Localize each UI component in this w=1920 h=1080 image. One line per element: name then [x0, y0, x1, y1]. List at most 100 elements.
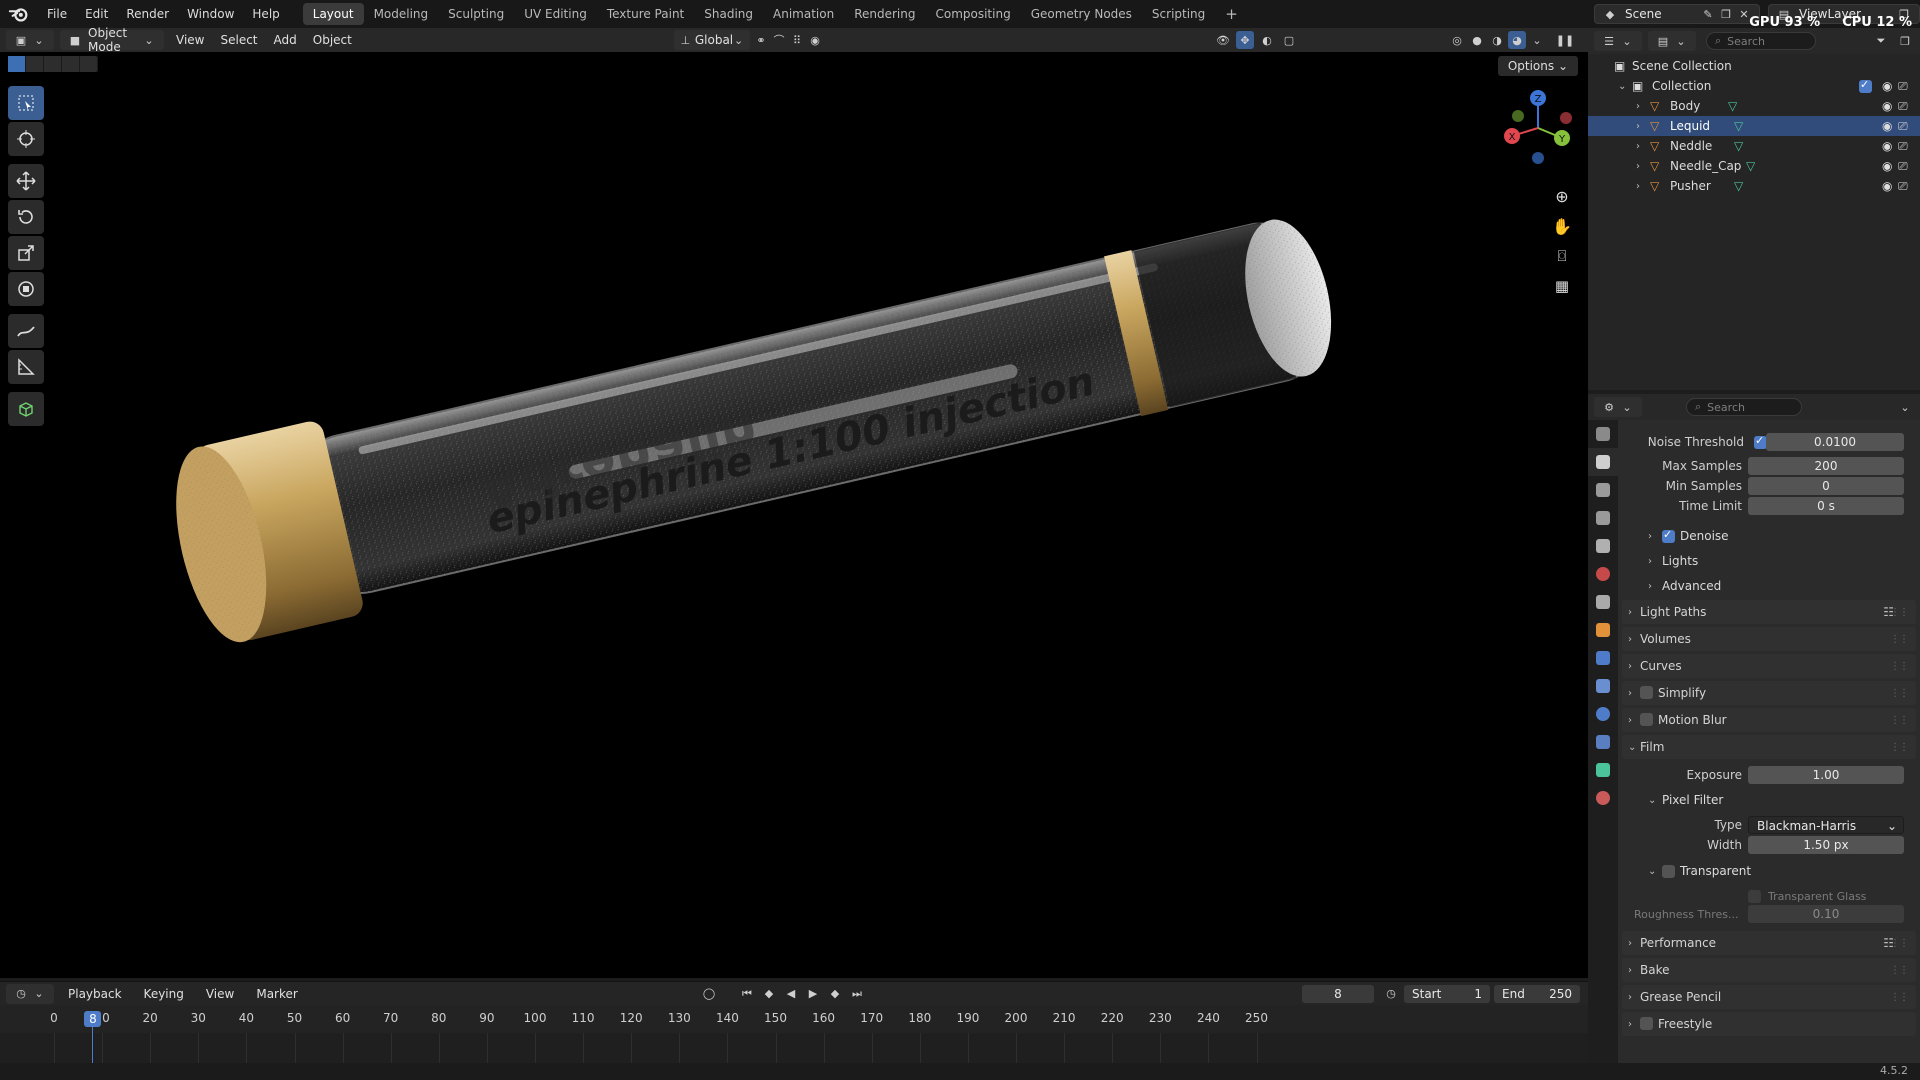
menu-edit[interactable]: Edit — [76, 3, 117, 25]
lights-subpanel[interactable]: › Lights — [1618, 551, 1920, 571]
pin-icon[interactable]: ✎ — [1699, 5, 1717, 23]
chevron-right-icon[interactable]: › — [1636, 101, 1640, 112]
timeline-menu-keying[interactable]: Keying — [136, 987, 198, 1001]
auto-keying-icon[interactable]: ◯ — [700, 985, 718, 1003]
viewport-menu-select[interactable]: Select — [212, 33, 265, 47]
xray-icon[interactable]: ▢ — [1280, 31, 1298, 49]
options-button[interactable]: Options ⌄ — [1497, 56, 1578, 76]
chevron-down-icon[interactable]: ⌄ — [1618, 81, 1626, 92]
particles-tab[interactable] — [1588, 672, 1618, 700]
transparent-subpanel[interactable]: ⌄ Transparent — [1618, 861, 1920, 881]
advanced-subpanel[interactable]: › Advanced — [1618, 576, 1920, 596]
constraints-tab[interactable] — [1588, 728, 1618, 756]
collection-exclude-checkbox[interactable] — [1859, 78, 1872, 93]
play-reverse-icon[interactable]: ◀ — [782, 985, 800, 1003]
data-tab[interactable] — [1588, 756, 1618, 784]
proportional-editing-icon[interactable]: ◉ — [806, 31, 824, 49]
camera-view-button[interactable]: ⌼ — [1548, 242, 1576, 270]
select-extend-icon[interactable] — [26, 56, 44, 72]
tab-rendering[interactable]: Rendering — [844, 3, 925, 25]
select-new-icon[interactable] — [8, 56, 26, 72]
chevron-down-icon[interactable]: ⌄ — [1896, 398, 1914, 416]
new-collection-icon[interactable]: ❐ — [1896, 32, 1914, 50]
tab-texture-paint[interactable]: Texture Paint — [597, 3, 694, 25]
collection-row[interactable]: ⌄ ▣ Collection ◉ ⎚ — [1588, 76, 1920, 96]
pivot-point-icon[interactable]: ⚭ — [752, 31, 770, 49]
snap-grid-icon[interactable]: ⠿ — [788, 31, 806, 49]
light-paths-panel[interactable]: › Light Paths ☷ ⋮⋮ — [1622, 600, 1916, 624]
pixel-filter-subpanel[interactable]: ⌄ Pixel Filter — [1618, 790, 1920, 810]
annotate-tool[interactable] — [8, 314, 44, 348]
denoise-subpanel[interactable]: › Denoise — [1618, 526, 1920, 546]
drag-handle-icon[interactable]: ⋮⋮ — [1890, 715, 1909, 726]
volumes-panel[interactable]: › Volumes ⋮⋮ — [1622, 627, 1916, 651]
material-tab[interactable] — [1588, 784, 1618, 812]
drag-handle-icon[interactable]: ⋮⋮ — [1890, 688, 1909, 699]
prev-keyframe-icon[interactable]: ◆ — [760, 985, 778, 1003]
collection-tab[interactable] — [1588, 588, 1618, 616]
tab-layout[interactable]: Layout — [302, 3, 364, 25]
mesh-data-icon[interactable]: ▽ — [1734, 119, 1743, 133]
outliner-editor-selector[interactable]: ☰ ⌄ — [1594, 31, 1642, 51]
viewport-menu-view[interactable]: View — [168, 33, 212, 47]
eye-icon[interactable]: ◉ — [1882, 119, 1896, 133]
tab-shading[interactable]: Shading — [694, 3, 763, 25]
editor-type-selector[interactable]: ▣ ⌄ — [6, 30, 54, 50]
snap-icon[interactable]: ⌒ — [770, 31, 788, 49]
drag-handle-icon[interactable]: ⋮⋮ — [1890, 634, 1909, 645]
new-scene-icon[interactable]: ❐ — [1717, 5, 1735, 23]
drag-handle-icon[interactable]: ⋮⋮ — [1890, 965, 1909, 976]
menu-render[interactable]: Render — [117, 3, 178, 25]
camera-icon[interactable]: ⎚ — [1898, 159, 1912, 173]
rendered-shading-icon[interactable]: ◕ — [1508, 31, 1526, 49]
min-samples-field[interactable]: 0 — [1748, 477, 1904, 495]
drag-handle-icon[interactable]: ⋮⋮ — [1890, 661, 1909, 672]
timeline-menu-marker[interactable]: Marker — [248, 987, 311, 1001]
motion-blur-checkbox[interactable] — [1640, 713, 1653, 726]
filter-width-field[interactable]: 1.50 px — [1748, 836, 1904, 854]
neg-x-axis-icon[interactable] — [1560, 112, 1572, 124]
jump-start-icon[interactable]: ⏮ — [738, 985, 756, 1003]
transparent-checkbox[interactable] — [1662, 864, 1675, 878]
transform-tool[interactable] — [8, 272, 44, 306]
freestyle-checkbox[interactable] — [1640, 1017, 1653, 1030]
physics-tab[interactable] — [1588, 700, 1618, 728]
zoom-button[interactable]: ⊕ — [1548, 182, 1576, 210]
scene-collection-row[interactable]: ▣ Scene Collection — [1588, 56, 1920, 76]
eye-icon[interactable]: ◉ — [1882, 99, 1896, 113]
mesh-data-icon[interactable]: ▽ — [1746, 159, 1755, 173]
outliner-object-row[interactable]: › ▽ Needle_Cap ▽ ◉ ⎚ — [1588, 156, 1920, 176]
measure-tool[interactable] — [8, 350, 44, 384]
transparent-glass-checkbox[interactable] — [1748, 889, 1761, 903]
chevron-right-icon[interactable]: › — [1636, 161, 1640, 172]
cursor-tool[interactable] — [8, 122, 44, 156]
frame-ruler[interactable]: 0 10 20 30 40 50 60 70 80 90 100 110 120 130 140 150 160… — [0, 1005, 1588, 1033]
exposure-field[interactable]: 1.00 — [1748, 766, 1904, 784]
visibility-icon[interactable]: 👁 — [1214, 31, 1232, 49]
bake-panel[interactable]: › Bake ⋮⋮ — [1622, 958, 1916, 982]
neg-y-axis-icon[interactable] — [1512, 110, 1524, 122]
mesh-data-icon[interactable]: ▽ — [1734, 179, 1743, 193]
outliner-object-row[interactable]: › ▽ Pusher ▽ ◉ ⎚ — [1588, 176, 1920, 196]
3d-viewport[interactable]: epinephrine 1:100 injection Adrenalin Op… — [0, 52, 1588, 978]
max-samples-field[interactable]: 200 — [1748, 457, 1904, 475]
preview-range-icon[interactable]: ◷ — [1382, 985, 1400, 1003]
camera-icon[interactable]: ⎚ — [1898, 79, 1912, 93]
add-workspace-button[interactable]: + — [1215, 3, 1248, 25]
camera-icon[interactable]: ⎚ — [1898, 139, 1912, 153]
wireframe-shading-icon[interactable]: ◎ — [1448, 31, 1466, 49]
solid-shading-icon[interactable]: ● — [1468, 31, 1486, 49]
tab-compositing[interactable]: Compositing — [925, 3, 1020, 25]
timeline-menu-view[interactable]: View — [198, 987, 248, 1001]
eye-icon[interactable]: ◉ — [1882, 139, 1896, 153]
outliner-object-row[interactable]: › ▽ Lequid ▽ ◉ ⎚ — [1588, 116, 1920, 136]
select-box-tool[interactable] — [8, 86, 44, 120]
timeline-editor-selector[interactable]: ◷ ⌄ — [6, 983, 54, 1004]
object-tab[interactable] — [1588, 616, 1618, 644]
rotate-tool[interactable] — [8, 200, 44, 234]
shading-options-icon[interactable]: ⌄ — [1528, 31, 1546, 49]
grease-pencil-panel[interactable]: › Grease Pencil ⋮⋮ — [1622, 985, 1916, 1009]
drag-handle-icon[interactable]: ⋮⋮ — [1890, 938, 1909, 949]
scale-tool[interactable] — [8, 236, 44, 270]
filter-icon[interactable]: ⏷ — [1872, 32, 1890, 50]
